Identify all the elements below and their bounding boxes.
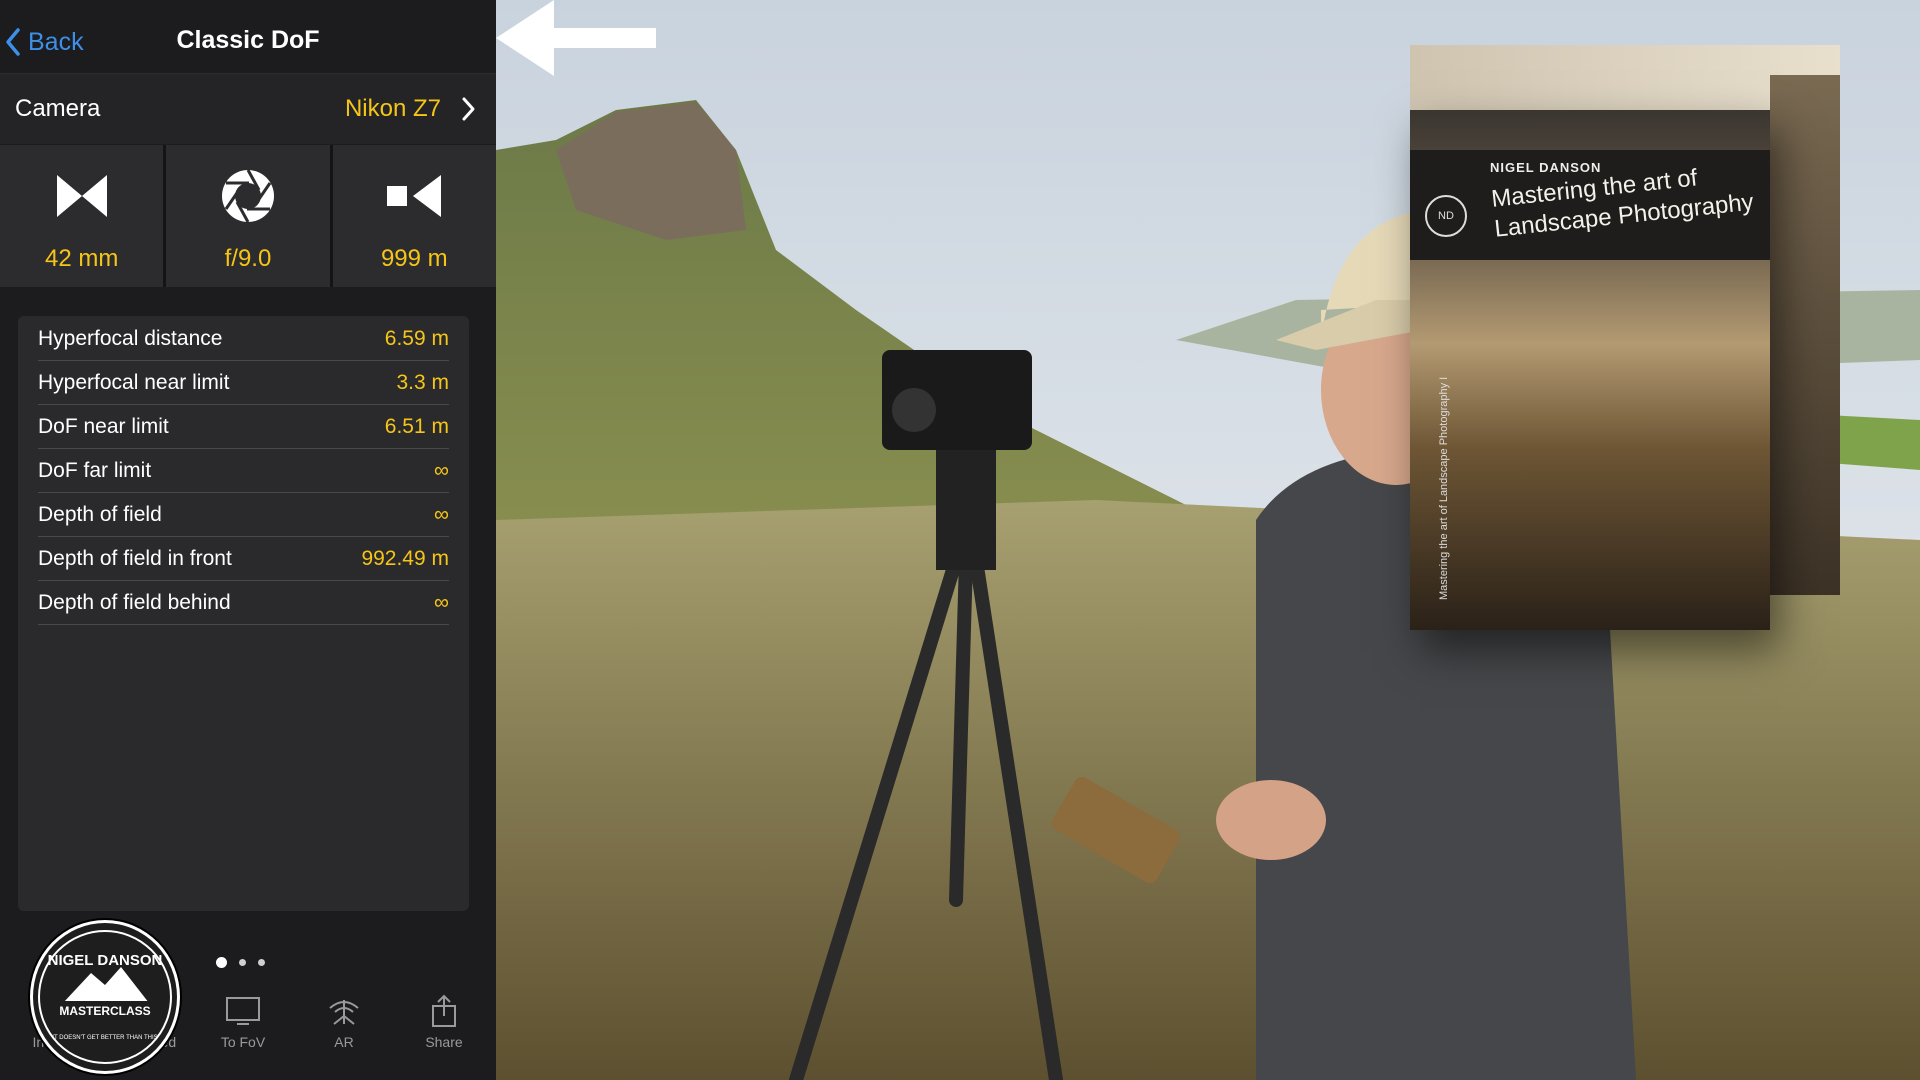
ar-icon [329,1000,359,1025]
chevron-right-icon [462,97,475,121]
result-value: ∞ [434,459,449,482]
camera-selector-row[interactable]: Camera Nikon Z7 [0,74,496,144]
focus-distance-value: 999 m [380,245,448,272]
result-value: 3.3 m [396,371,449,394]
ar-label: AR [334,1034,354,1050]
result-value: 6.51 m [384,415,449,438]
page-indicator[interactable] [216,957,265,968]
result-label: Depth of field [38,503,162,526]
aperture-icon [221,169,274,223]
product-box-seal: ND [1425,195,1467,237]
result-label: Depth of field in front [38,547,232,570]
navigation-bar: Back Classic DoF [0,0,496,74]
result-label: DoF far limit [38,459,152,482]
product-box-brand: NIGEL DANSON [1490,160,1602,175]
result-row: Hyperfocal near limit 3.3 m [38,360,449,405]
focal-length-icon [56,175,107,217]
result-value: 992.49 m [361,547,449,570]
product-box-spine: Mastering the art of Landscape Photograp… [1438,376,1450,600]
aperture-value: f/9.0 [224,245,272,272]
share-label: Share [425,1034,463,1050]
logo-line1: NIGEL DANSON [48,952,163,969]
result-value: ∞ [434,591,449,614]
focus-distance-tile[interactable]: 999 m [332,145,496,287]
result-row: Depth of field ∞ [38,492,449,537]
page-title: Classic DoF [176,26,320,54]
camera-label: Camera [15,95,101,122]
result-row: DoF near limit 6.51 m [38,404,449,449]
page-dot-active [216,957,227,968]
result-label: DoF near limit [38,415,169,438]
result-row: Depth of field behind ∞ [38,580,449,625]
share-button[interactable]: Share [394,990,494,1050]
share-icon [432,994,456,1027]
logo-line2: MASTERCLASS [59,1004,150,1018]
to-fov-button[interactable]: To FoV [193,990,293,1050]
page-dot [239,959,246,966]
results-table: Hyperfocal distance 6.59 m Hyperfocal ne… [18,316,469,911]
focal-length-value: 42 mm [44,245,119,272]
result-row: Depth of field in front 992.49 m [38,536,449,581]
logo-line3: IT DOESN'T GET BETTER THAN THIS [52,1035,157,1041]
result-row: DoF far limit ∞ [38,448,449,493]
result-value: ∞ [434,503,449,526]
to-fov-label: To FoV [220,1034,266,1050]
result-label: Hyperfocal near limit [38,371,230,394]
result-label: Hyperfocal distance [38,327,223,350]
dof-calculator-panel: Back Classic DoF Camera Nikon Z7 42 mm f… [0,0,496,1080]
page-dot [258,959,265,966]
product-box-side [1770,75,1840,595]
ar-button[interactable]: AR [294,990,394,1050]
result-value: 6.59 m [384,327,449,350]
aperture-tile[interactable]: f/9.0 [166,145,330,287]
parameter-tiles: 42 mm f/9.0 999 m [0,145,496,287]
fov-icon [226,997,260,1025]
mountain-logo-icon: NIGEL DANSON MASTERCLASS IT DOESN'T GET … [38,930,172,1064]
masterclass-logo: NIGEL DANSON MASTERCLASS IT DOESN'T GET … [30,920,180,1074]
result-row: Hyperfocal distance 6.59 m [38,316,449,361]
result-label: Depth of field behind [38,591,231,614]
focus-distance-icon [387,175,442,217]
arrow-left-icon [496,0,656,76]
focal-length-tile[interactable]: 42 mm [0,145,164,287]
camera-value: Nikon Z7 [344,95,441,122]
